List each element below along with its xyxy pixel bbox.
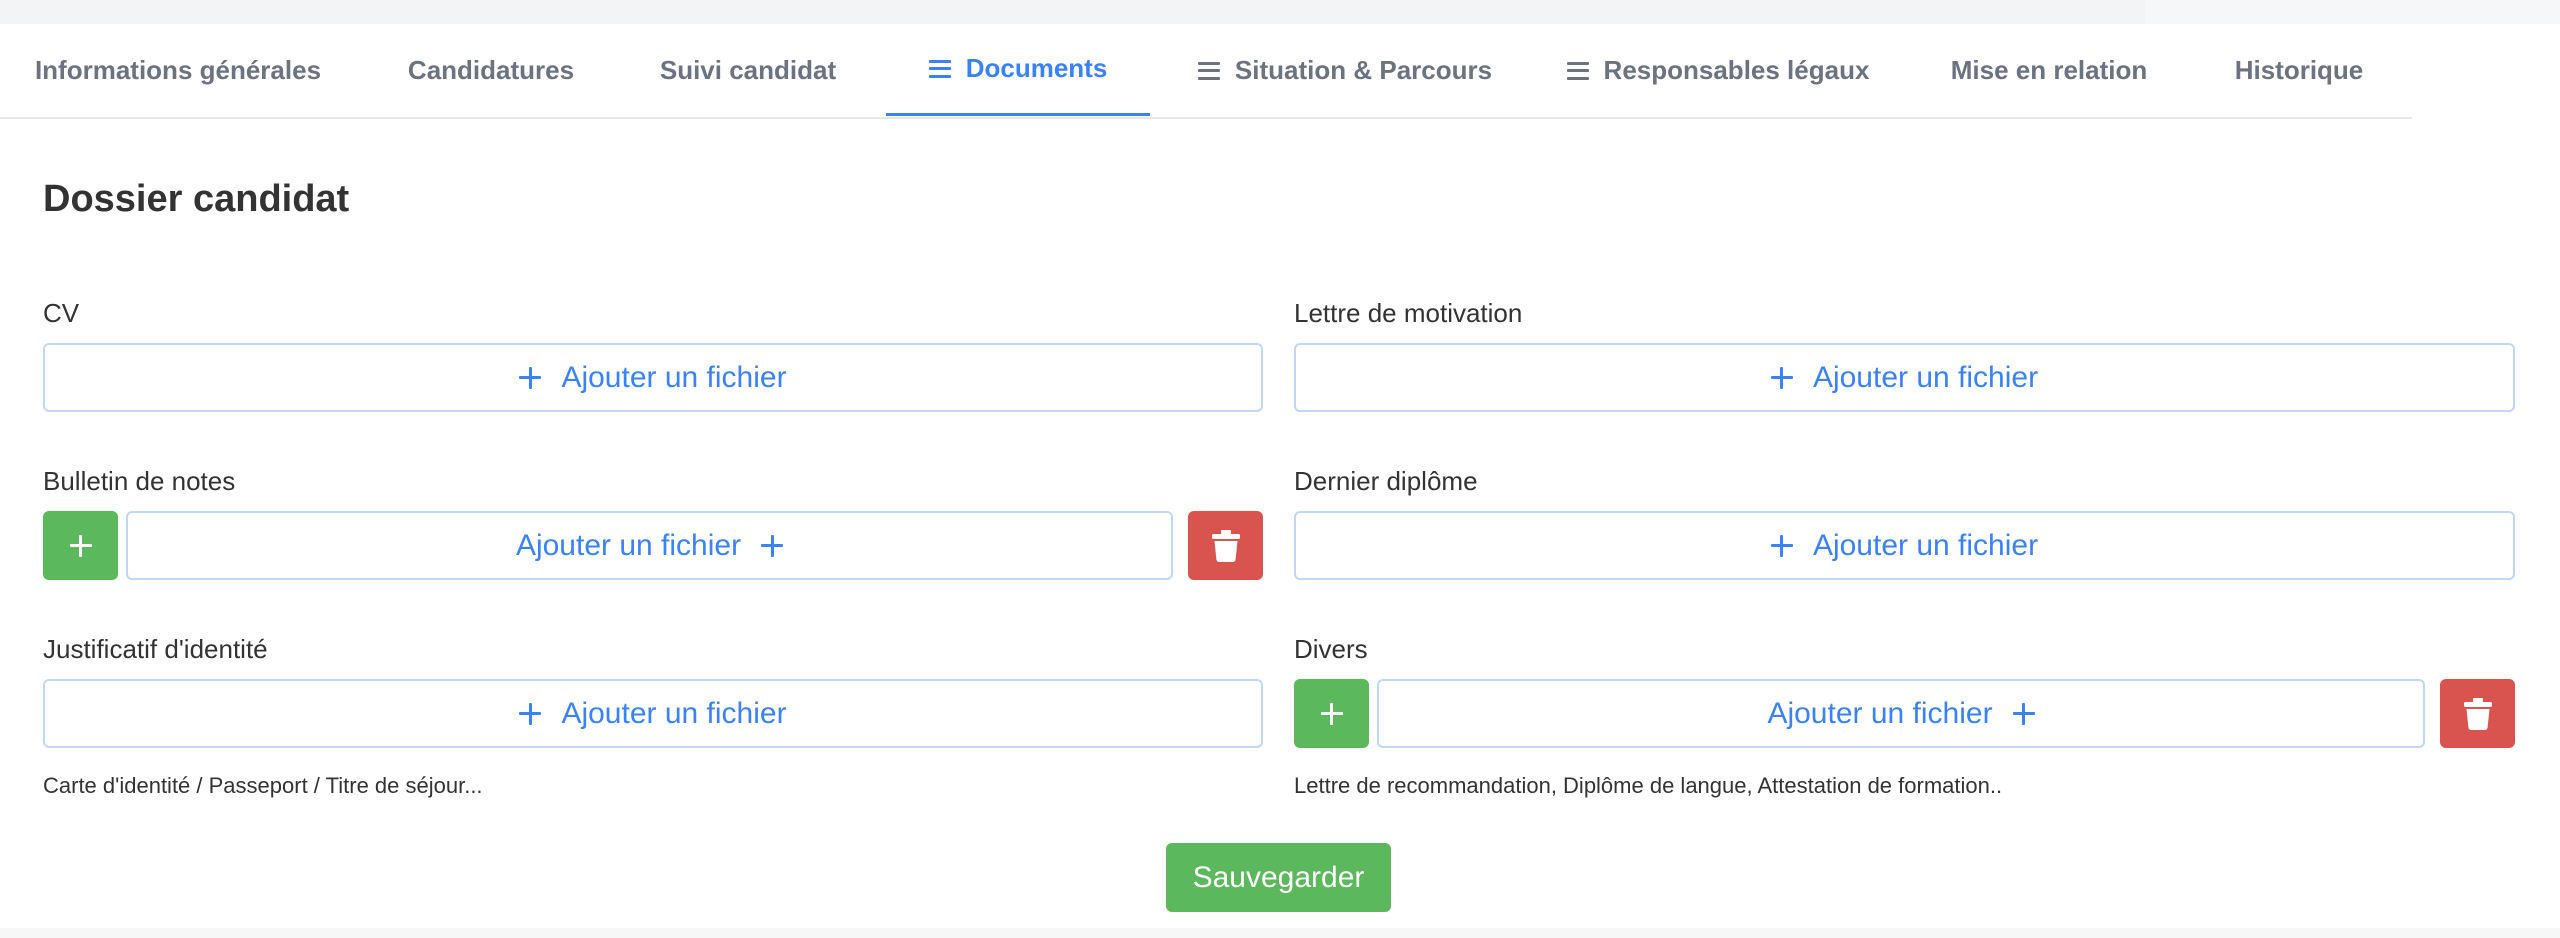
diplome-upload-button[interactable]: Ajouter un fichier (1294, 511, 2515, 580)
tab-label: Historique (2234, 55, 2364, 85)
tab-bar: Informations générales Candidatures Suiv… (0, 24, 2412, 119)
upload-label: Ajouter un fichier (561, 360, 787, 394)
identite-label: Justificatif d'identité (43, 634, 268, 664)
tab-informations-generales[interactable]: Informations générales (0, 24, 356, 117)
upload-label: Ajouter un fichier (561, 696, 787, 730)
tab-responsables-legaux[interactable]: Responsables légaux (1542, 24, 1894, 117)
trash-icon (2463, 697, 2492, 730)
bulletin-upload-button[interactable]: Ajouter un fichier (126, 511, 1173, 580)
trash-icon (1211, 529, 1240, 562)
divers-hint: Lettre de recommandation, Diplôme de lan… (1294, 773, 2003, 798)
menu-icon (1197, 61, 1220, 80)
page-title: Dossier candidat (43, 178, 350, 220)
bulletin-label: Bulletin de notes (43, 466, 236, 496)
top-strip-cap (2145, 0, 2560, 24)
tab-mise-en-relation[interactable]: Mise en relation (1915, 24, 2183, 117)
plus-icon (1770, 534, 1793, 557)
tab-historique[interactable]: Historique (2205, 24, 2393, 117)
divers-label: Divers (1294, 634, 1368, 664)
divers-delete-button[interactable] (2440, 679, 2515, 748)
menu-icon (928, 59, 951, 78)
cv-label: CV (43, 298, 80, 328)
plus-icon (2012, 702, 2035, 725)
tab-label: Situation & Parcours (1234, 55, 1493, 85)
plus-icon (69, 534, 92, 557)
divers-upload-button[interactable]: Ajouter un fichier (1377, 679, 2425, 748)
divers-add-button[interactable] (1294, 679, 1369, 748)
bulletin-delete-button[interactable] (1188, 511, 1263, 580)
upload-label: Ajouter un fichier (1767, 696, 1993, 730)
top-strip (0, 0, 2560, 24)
lettre-motivation-upload-button[interactable]: Ajouter un fichier (1294, 343, 2515, 412)
lettre-motivation-label: Lettre de motivation (1294, 298, 1523, 328)
cv-upload-button[interactable]: Ajouter un fichier (43, 343, 1263, 412)
tab-documents[interactable]: Documents (886, 24, 1150, 116)
plus-icon (1320, 702, 1343, 725)
plus-icon (761, 534, 784, 557)
plus-icon (1770, 366, 1793, 389)
plus-icon (519, 702, 542, 725)
save-button[interactable]: Sauvegarder (1166, 843, 1391, 912)
tab-candidatures[interactable]: Candidatures (380, 24, 602, 117)
tab-label: Responsables légaux (1603, 55, 1870, 85)
bottom-edge (0, 928, 2560, 938)
upload-label: Ajouter un fichier (1812, 360, 2039, 394)
save-label: Sauvegarder (1192, 860, 1365, 894)
bulletin-add-button[interactable] (43, 511, 118, 580)
diplome-label: Dernier diplôme (1294, 466, 1478, 496)
tab-situation-parcours[interactable]: Situation & Parcours (1168, 24, 1522, 117)
upload-label: Ajouter un fichier (1812, 528, 2039, 562)
tab-label: Candidatures (407, 55, 575, 85)
plus-icon (519, 366, 542, 389)
tab-suivi-candidat[interactable]: Suivi candidat (630, 24, 866, 117)
tab-label: Informations générales (34, 55, 322, 85)
identite-hint: Carte d'identité / Passeport / Titre de … (43, 773, 483, 798)
upload-label: Ajouter un fichier (515, 528, 742, 562)
menu-icon (1566, 61, 1589, 80)
identite-upload-button[interactable]: Ajouter un fichier (43, 679, 1263, 748)
tab-label: Mise en relation (1950, 55, 2148, 85)
tab-label: Suivi candidat (659, 55, 837, 85)
tab-label: Documents (965, 53, 1108, 83)
